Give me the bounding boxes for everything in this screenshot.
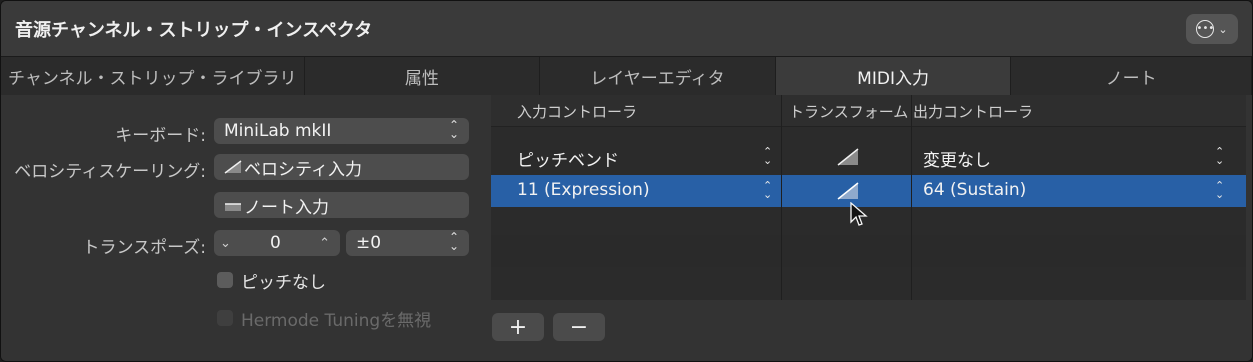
header-transform: トランスフォーム [789,103,909,121]
transform-ramp-icon[interactable] [837,148,859,166]
table-row-empty [491,235,1246,267]
settings-panel: キーボード: MiniLab mkII ⌃ ⌄ ベロシティスケーリング: ベロシテ… [1,95,489,361]
velocity-ramp-icon [224,160,242,174]
transpose-offset-popup[interactable]: ±0 ⌃ ⌄ [346,230,469,256]
updown-chevron-icon: ⌃ ⌄ [1215,145,1225,167]
tab-layer-editor[interactable]: レイヤーエディタ [540,57,776,95]
tab-bar: チャンネル・ストリップ・ライブラリ 属性 レイヤーエディタ MIDI入力 ノート [1,57,1252,95]
updown-chevron-icon: ⌃ ⌄ [448,230,459,253]
updown-chevron-icon: ⌃ ⌄ [448,118,459,141]
flat-note-icon [225,203,241,211]
transpose-value: 0 [270,233,281,253]
controller-table: 入力コントローラ トランスフォーム 出力コントローラ ピッチベンド ⌃ ⌄ 変更な… [491,95,1246,300]
transpose-offset-value: ±0 [356,233,382,253]
decrement-chevron-icon[interactable]: ⌄ [220,236,231,251]
note-value: ノート入力 [244,197,329,218]
input-controller-cell[interactable]: ピッチベンド [517,146,619,171]
no-pitch-checkbox[interactable] [217,272,233,288]
window-title: 音源チャンネル・ストリップ・インスペクタ [15,20,373,41]
transpose-stepper[interactable]: ⌄ 0 ⌃ [214,230,340,256]
tab-channel-strip-library[interactable]: チャンネル・ストリップ・ライブラリ [1,57,305,95]
tab-notes[interactable]: ノート [1011,57,1252,95]
table-row[interactable]: ピッチベンド ⌃ ⌄ 変更なし ⌃ ⌄ [491,141,1246,173]
column-divider [781,95,782,300]
updown-chevron-icon: ⌃ ⌄ [763,145,773,167]
increment-chevron-icon[interactable]: ⌃ [319,236,330,251]
header-input-controller: 入力コントローラ [517,103,638,121]
tab-attributes[interactable]: 属性 [304,57,541,95]
velocity-value: ベロシティ入力 [244,159,362,180]
inspector-window: 音源チャンネル・ストリップ・インスペクタ ••• ⌄ チャンネル・ストリップ・ラ… [0,0,1253,362]
updown-chevron-icon: ⌃ ⌄ [1215,179,1225,201]
table-header: 入力コントローラ トランスフォーム 出力コントローラ [491,95,1246,127]
title-bar: 音源チャンネル・ストリップ・インスペクタ ••• ⌄ [1,1,1252,57]
keyboard-label: キーボード: [115,126,206,146]
output-controller-cell[interactable]: 64 (Sustain) [923,180,1026,200]
hermode-label: Hermode Tuningを無視 [241,311,432,331]
output-controller-cell[interactable]: 変更なし [923,146,991,171]
hermode-checkbox[interactable] [217,310,233,326]
add-row-button[interactable]: + [492,313,544,341]
chevron-down-icon: ⌄ [1218,22,1228,36]
remove-row-button[interactable]: − [553,313,605,341]
velocity-input-button[interactable]: ベロシティ入力 [214,154,469,180]
keyboard-value: MiniLab mkII [224,121,332,141]
ellipsis-circle-icon: ••• [1196,20,1215,38]
transform-ramp-icon[interactable] [837,182,859,200]
column-divider [911,95,912,300]
keyboard-popup[interactable]: MiniLab mkII ⌃ ⌄ [214,118,469,144]
velocity-scaling-label: ベロシティスケーリング: [14,162,206,182]
input-controller-cell[interactable]: 11 (Expression) [517,180,650,200]
note-input-button[interactable]: ノート入力 [214,192,469,218]
no-pitch-label: ピッチなし [241,273,326,293]
transpose-label: トランスポーズ: [82,238,206,258]
updown-chevron-icon: ⌃ ⌄ [763,179,773,201]
mouse-pointer-icon [850,202,868,226]
header-output-controller: 出力コントローラ [913,103,1034,121]
more-options-button[interactable]: ••• ⌄ [1186,14,1238,44]
tab-midi-input[interactable]: MIDI入力 [775,57,1012,95]
